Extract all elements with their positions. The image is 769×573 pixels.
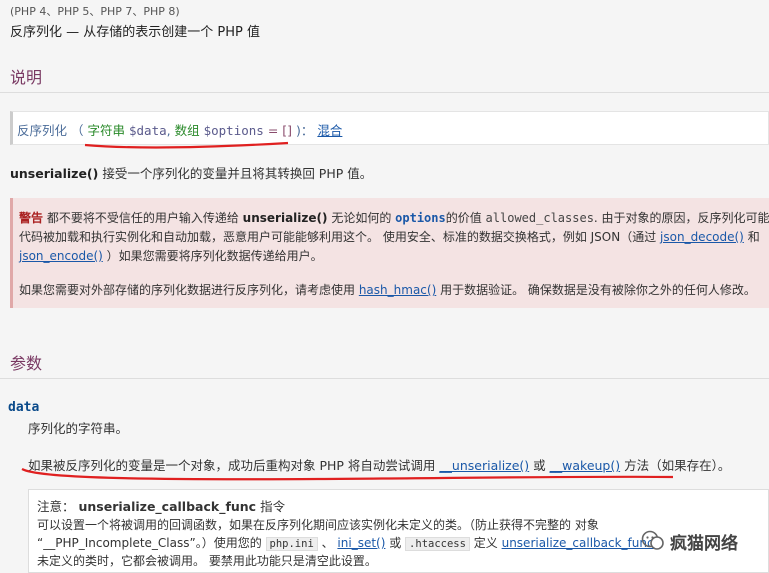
note-label: 注意：: [37, 499, 75, 514]
note-text: 、: [317, 536, 338, 550]
callback-func-link[interactable]: unserialize_callback_func: [502, 536, 654, 550]
note-title-suffix: 指令: [256, 499, 286, 514]
note-line-2: “__PHP_Incomplete_Class”。）使用您的 php.ini 、…: [37, 534, 666, 551]
description-body: 接受一个序列化的变量并且将其转换回 PHP 值。: [98, 166, 373, 181]
param-name-data: data: [8, 400, 40, 415]
note-directive: unserialize_callback_func: [78, 499, 257, 514]
note-line-3: 未定义的类时，它都会被调用。 要禁用此功能只是清空此设置。: [37, 554, 377, 568]
warning-line-2: 代码被加载和执行实例化和自动加载，恶意用户可能能够利用这个。 使用安全、标准的数…: [19, 228, 760, 245]
warning-label: 警告: [19, 211, 44, 225]
json-decode-link[interactable]: json_decode(): [660, 230, 744, 244]
param-default: = []: [267, 123, 293, 138]
watermark: 疯猫网络: [640, 528, 738, 554]
note-text: 定义: [469, 536, 502, 550]
warning-text: 用于数据验证。 确保数据是没有被除你之外的任何人修改。: [436, 283, 756, 297]
php-ini-code: php.ini: [265, 537, 318, 551]
red-underline-annotation: [21, 468, 674, 481]
warning-text: 如果您需要对外部存储的序列化数据进行反序列化，请考虑使用: [19, 283, 359, 297]
divider: [0, 92, 769, 93]
json-encode-link[interactable]: json_encode(): [19, 249, 103, 263]
watermark-text: 疯猫网络: [670, 533, 738, 554]
htaccess-code: .htaccess: [405, 537, 470, 551]
warning-text: 代码被加载和执行实例化和自动加载，恶意用户可能能够利用这个。 使用安全、标准的数…: [19, 230, 661, 244]
php-versions: (PHP 4、PHP 5、PHP 7、PHP 8): [10, 5, 180, 18]
warning-line-3: json_encode() ）如果您需要将序列化数据传递给用户。: [19, 247, 323, 264]
synopsis-paren: （: [71, 123, 84, 138]
method-synopsis: 反序列化 （ 字符串 $data, 数组 $options = [] )： 混合: [17, 120, 342, 139]
note-line-1: 可以设置一个将被调用的回调函数，如果在反序列化期间应该实例化未定义的类。（防止获…: [37, 518, 599, 532]
warning-box: 警告 都不要将不受信任的用户输入传递给 unserialize() 无论如何的 …: [10, 198, 769, 308]
return-type-link[interactable]: 混合: [317, 123, 342, 138]
note-text: 或: [385, 536, 406, 550]
divider: [0, 378, 769, 379]
synopsis-comma: ,: [166, 123, 171, 138]
synopsis-close: )：: [296, 123, 314, 138]
warning-func: unserialize(): [242, 211, 328, 225]
warning-text: ）如果您需要将序列化数据传递给用户。: [102, 249, 323, 263]
param-var-data: $data: [129, 123, 167, 138]
warning-text: 和: [743, 230, 760, 244]
param-var-options: $options: [203, 123, 264, 138]
param-type-string: 字符串: [87, 123, 126, 138]
description-func: unserialize(): [10, 166, 99, 181]
warning-text: 的价值: [445, 211, 486, 225]
section-title-parameters: 参数: [10, 354, 43, 373]
synopsis-func: 反序列化: [17, 123, 68, 138]
section-title-description: 说明: [10, 68, 43, 87]
note-text: “__PHP_Incomplete_Class”。）使用您的: [37, 536, 266, 550]
warning-options-param: options: [395, 211, 446, 225]
warning-text: 都不要将不受信任的用户输入传递给: [46, 211, 243, 225]
warning-line-4: 如果您需要对外部存储的序列化数据进行反序列化，请考虑使用 hash_hmac()…: [19, 281, 756, 298]
warning-text: . 由于对象的原因，反序列化可能导致: [593, 211, 769, 225]
note-title: 注意： unserialize_callback_func 指令: [37, 496, 285, 515]
description-text: unserialize() 接受一个序列化的变量并且将其转换回 PHP 值。: [10, 163, 372, 182]
red-underline-annotation: [84, 141, 289, 149]
param-type-array: 数组: [174, 123, 200, 138]
wechat-icon: [641, 530, 664, 550]
hash-hmac-link[interactable]: hash_hmac(): [359, 283, 436, 297]
param-description: 序列化的字符串。: [28, 421, 129, 436]
ini-set-link[interactable]: ini_set(): [337, 536, 385, 550]
function-summary: 反序列化 — 从存储的表示创建一个 PHP 值: [10, 25, 260, 40]
warning-allowed-classes: allowed_classes: [485, 211, 594, 225]
warning-line-1: 警告 都不要将不受信任的用户输入传递给 unserialize() 无论如何的 …: [19, 209, 769, 226]
warning-text: 无论如何的: [327, 211, 396, 225]
